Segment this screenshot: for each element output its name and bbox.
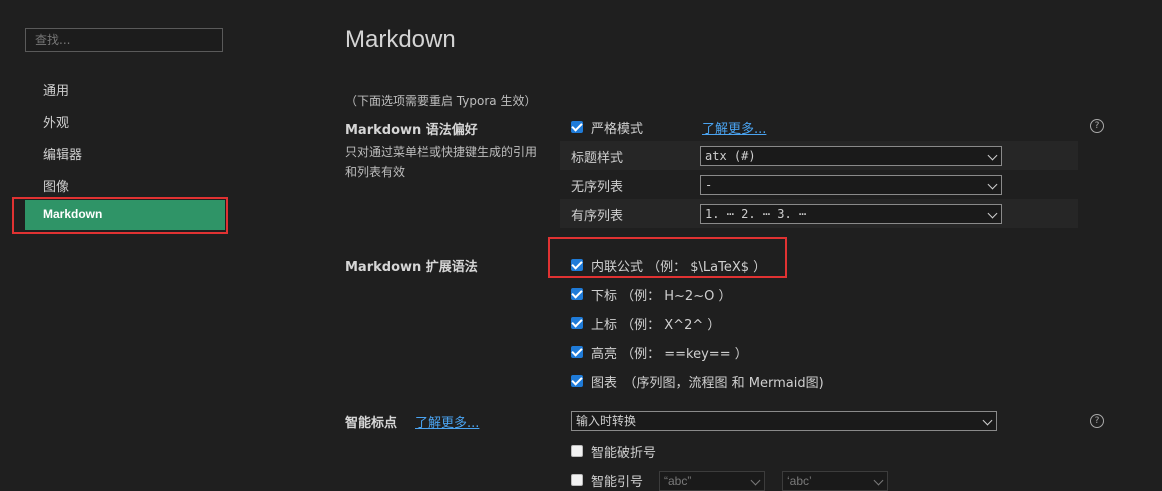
heading-style-value: atx (#) bbox=[705, 149, 756, 163]
subscript-checkbox[interactable] bbox=[571, 288, 583, 300]
single-quote-value: ‘abc’ bbox=[787, 474, 812, 488]
heading-style-label: 标题样式 bbox=[571, 151, 624, 166]
ordered-list-label: 有序列表 bbox=[571, 209, 624, 224]
smart-punctuation-select[interactable]: 输入时转换 bbox=[571, 411, 997, 431]
superscript-label: 上标 （例： X^2^ ） bbox=[591, 318, 721, 333]
unordered-list-label: 无序列表 bbox=[571, 180, 624, 195]
unordered-list-select[interactable]: - bbox=[700, 175, 1002, 195]
sidebar-highlight-box bbox=[12, 197, 228, 234]
sidebar-item-appearance[interactable]: 外观 bbox=[43, 112, 69, 131]
inline-math-label: 内联公式 （例： $\LaTeX$ ） bbox=[591, 260, 767, 275]
smart-quotes-label: 智能引号 bbox=[591, 475, 644, 490]
inline-math-checkbox[interactable] bbox=[571, 259, 583, 271]
smart-punctuation-value: 输入时转换 bbox=[576, 414, 637, 428]
page-title: Markdown bbox=[345, 26, 456, 53]
strict-mode-learn-more-link[interactable]: 了解更多... bbox=[702, 118, 766, 137]
sidebar-item-editor[interactable]: 编辑器 bbox=[43, 144, 82, 163]
smart-dashes-label: 智能破折号 bbox=[591, 446, 657, 461]
ordered-list-value: 1. ⋯ 2. ⋯ 3. ⋯ bbox=[705, 207, 807, 221]
highlight-label: 高亮 （例： ==key== ） bbox=[591, 347, 748, 362]
smart-quotes-checkbox[interactable] bbox=[571, 474, 583, 486]
ordered-list-select[interactable]: 1. ⋯ 2. ⋯ 3. ⋯ bbox=[700, 204, 1002, 224]
strict-mode-label: 严格模式 bbox=[591, 122, 644, 137]
subscript-label: 下标 （例： H~2~O ） bbox=[591, 289, 732, 304]
smart-punctuation-label: 智能标点 bbox=[345, 416, 398, 431]
diagrams-checkbox[interactable] bbox=[571, 375, 583, 387]
sidebar-item-general[interactable]: 通用 bbox=[43, 80, 69, 99]
single-quote-select[interactable]: ‘abc’ bbox=[782, 471, 888, 491]
chevron-down-icon bbox=[750, 475, 761, 486]
double-quote-select[interactable]: “abc” bbox=[659, 471, 765, 491]
chevron-down-icon bbox=[987, 150, 998, 161]
chevron-down-icon bbox=[987, 208, 998, 219]
chevron-down-icon bbox=[982, 415, 993, 426]
extended-syntax-label: Markdown 扩展语法 bbox=[345, 260, 478, 275]
smart-punctuation-learn-more-link[interactable]: 了解更多... bbox=[415, 412, 479, 431]
diagrams-label: 图表 （序列图，流程图 和 Mermaid图) bbox=[591, 376, 824, 391]
restart-note: （下面选项需要重启 Typora 生效） bbox=[345, 94, 537, 108]
double-quote-value: “abc” bbox=[664, 474, 692, 488]
sidebar-item-image[interactable]: 图像 bbox=[43, 176, 69, 195]
smart-dashes-checkbox[interactable] bbox=[571, 445, 583, 457]
strict-mode-checkbox[interactable] bbox=[571, 121, 583, 133]
superscript-checkbox[interactable] bbox=[571, 317, 583, 329]
chevron-down-icon bbox=[873, 475, 884, 486]
syntax-help-icon[interactable]: ? bbox=[1090, 119, 1104, 133]
unordered-list-value: - bbox=[705, 178, 713, 192]
highlight-checkbox[interactable] bbox=[571, 346, 583, 358]
syntax-preference-label: Markdown 语法偏好 bbox=[345, 123, 478, 138]
heading-style-select[interactable]: atx (#) bbox=[700, 146, 1002, 166]
search-input[interactable]: 查找... bbox=[25, 28, 223, 52]
syntax-preference-desc: 只对通过菜单栏或快捷键生成的引用和列表有效 bbox=[345, 145, 538, 179]
smart-punctuation-help-icon[interactable]: ? bbox=[1090, 414, 1104, 428]
chevron-down-icon bbox=[987, 179, 998, 190]
